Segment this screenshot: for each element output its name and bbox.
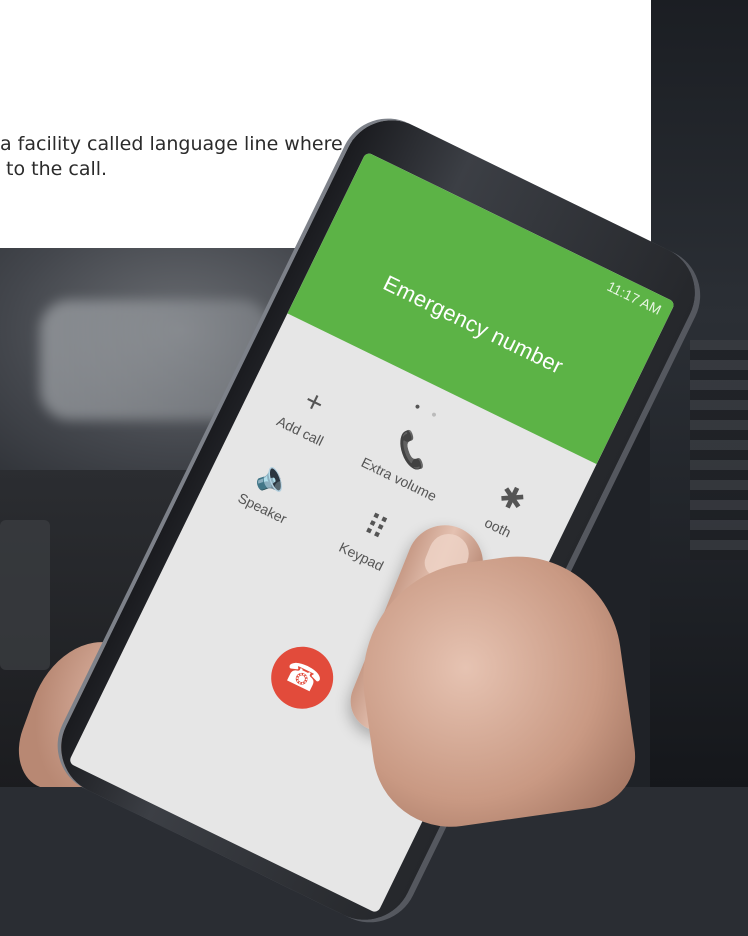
dashboard-vent [0, 520, 50, 670]
end-call-button[interactable]: ☎ [260, 636, 344, 720]
right-vent [690, 340, 748, 560]
status-time: 11:17 AM [604, 277, 664, 318]
end-call-icon: ☎ [277, 653, 327, 702]
